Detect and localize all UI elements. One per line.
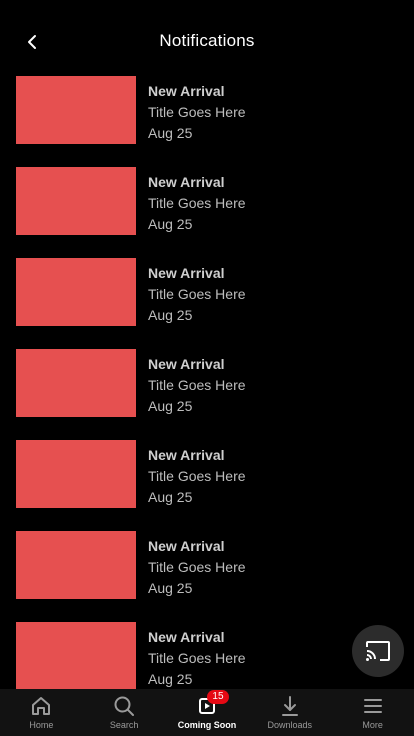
notification-date: Aug 25 <box>148 580 193 596</box>
cast-icon <box>366 641 390 661</box>
notification-count-badge: 15 <box>206 690 229 704</box>
notification-item[interactable]: New Arrival Title Goes Here Aug 25 <box>0 167 414 258</box>
tab-coming-soon[interactable]: 15 Coming Soon <box>166 689 249 736</box>
notification-item[interactable]: New Arrival Title Goes Here Aug 25 <box>0 258 414 349</box>
notification-title: Title Goes Here <box>148 650 246 666</box>
notification-type: New Arrival <box>148 629 225 645</box>
home-icon <box>32 697 51 715</box>
menu-icon <box>363 699 382 713</box>
notification-title: Title Goes Here <box>148 195 246 211</box>
tab-label: Search <box>109 720 139 730</box>
notification-date: Aug 25 <box>148 216 193 232</box>
search-icon <box>114 696 135 716</box>
tab-label: Home <box>29 720 54 730</box>
cast-button[interactable] <box>352 625 404 677</box>
notification-thumbnail <box>16 258 136 326</box>
notification-title: Title Goes Here <box>148 468 246 484</box>
bottom-tab-bar: Home Search 15 Coming Soon Downloads Mor… <box>0 689 414 736</box>
notification-date: Aug 25 <box>148 125 193 141</box>
notification-type: New Arrival <box>148 538 225 554</box>
tab-search[interactable]: Search <box>83 689 166 736</box>
tab-label: More <box>362 720 383 730</box>
tab-label: Downloads <box>267 720 313 730</box>
tab-label: Coming Soon <box>177 720 237 730</box>
tab-downloads[interactable]: Downloads <box>248 689 331 736</box>
notification-title: Title Goes Here <box>148 559 246 575</box>
notification-type: New Arrival <box>148 265 225 281</box>
notification-list: New Arrival Title Goes Here Aug 25 New A… <box>0 76 414 713</box>
notification-type: New Arrival <box>148 83 225 99</box>
page-title: Notifications <box>159 31 255 50</box>
tab-more[interactable]: More <box>331 689 414 736</box>
notification-thumbnail <box>16 440 136 508</box>
notification-date: Aug 25 <box>148 489 193 505</box>
app-header: Notifications <box>0 0 414 84</box>
notification-item[interactable]: New Arrival Title Goes Here Aug 25 <box>0 76 414 167</box>
notification-date: Aug 25 <box>148 671 193 687</box>
notification-item[interactable]: New Arrival Title Goes Here Aug 25 <box>0 349 414 440</box>
notification-type: New Arrival <box>148 356 225 372</box>
notification-date: Aug 25 <box>148 307 193 323</box>
tab-home[interactable]: Home <box>0 689 83 736</box>
back-button[interactable] <box>18 28 46 56</box>
download-icon <box>281 696 298 716</box>
notification-date: Aug 25 <box>148 398 193 414</box>
notification-thumbnail <box>16 349 136 417</box>
notification-thumbnail <box>16 622 136 690</box>
notification-thumbnail <box>16 531 136 599</box>
notification-thumbnail <box>16 167 136 235</box>
notification-title: Title Goes Here <box>148 286 246 302</box>
chevron-left-icon <box>28 35 36 49</box>
notification-type: New Arrival <box>148 174 225 190</box>
notification-item[interactable]: New Arrival Title Goes Here Aug 25 <box>0 531 414 622</box>
notification-title: Title Goes Here <box>148 377 246 393</box>
notification-type: New Arrival <box>148 447 225 463</box>
notification-item[interactable]: New Arrival Title Goes Here Aug 25 <box>0 440 414 531</box>
notification-thumbnail <box>16 76 136 144</box>
notification-title: Title Goes Here <box>148 104 246 120</box>
